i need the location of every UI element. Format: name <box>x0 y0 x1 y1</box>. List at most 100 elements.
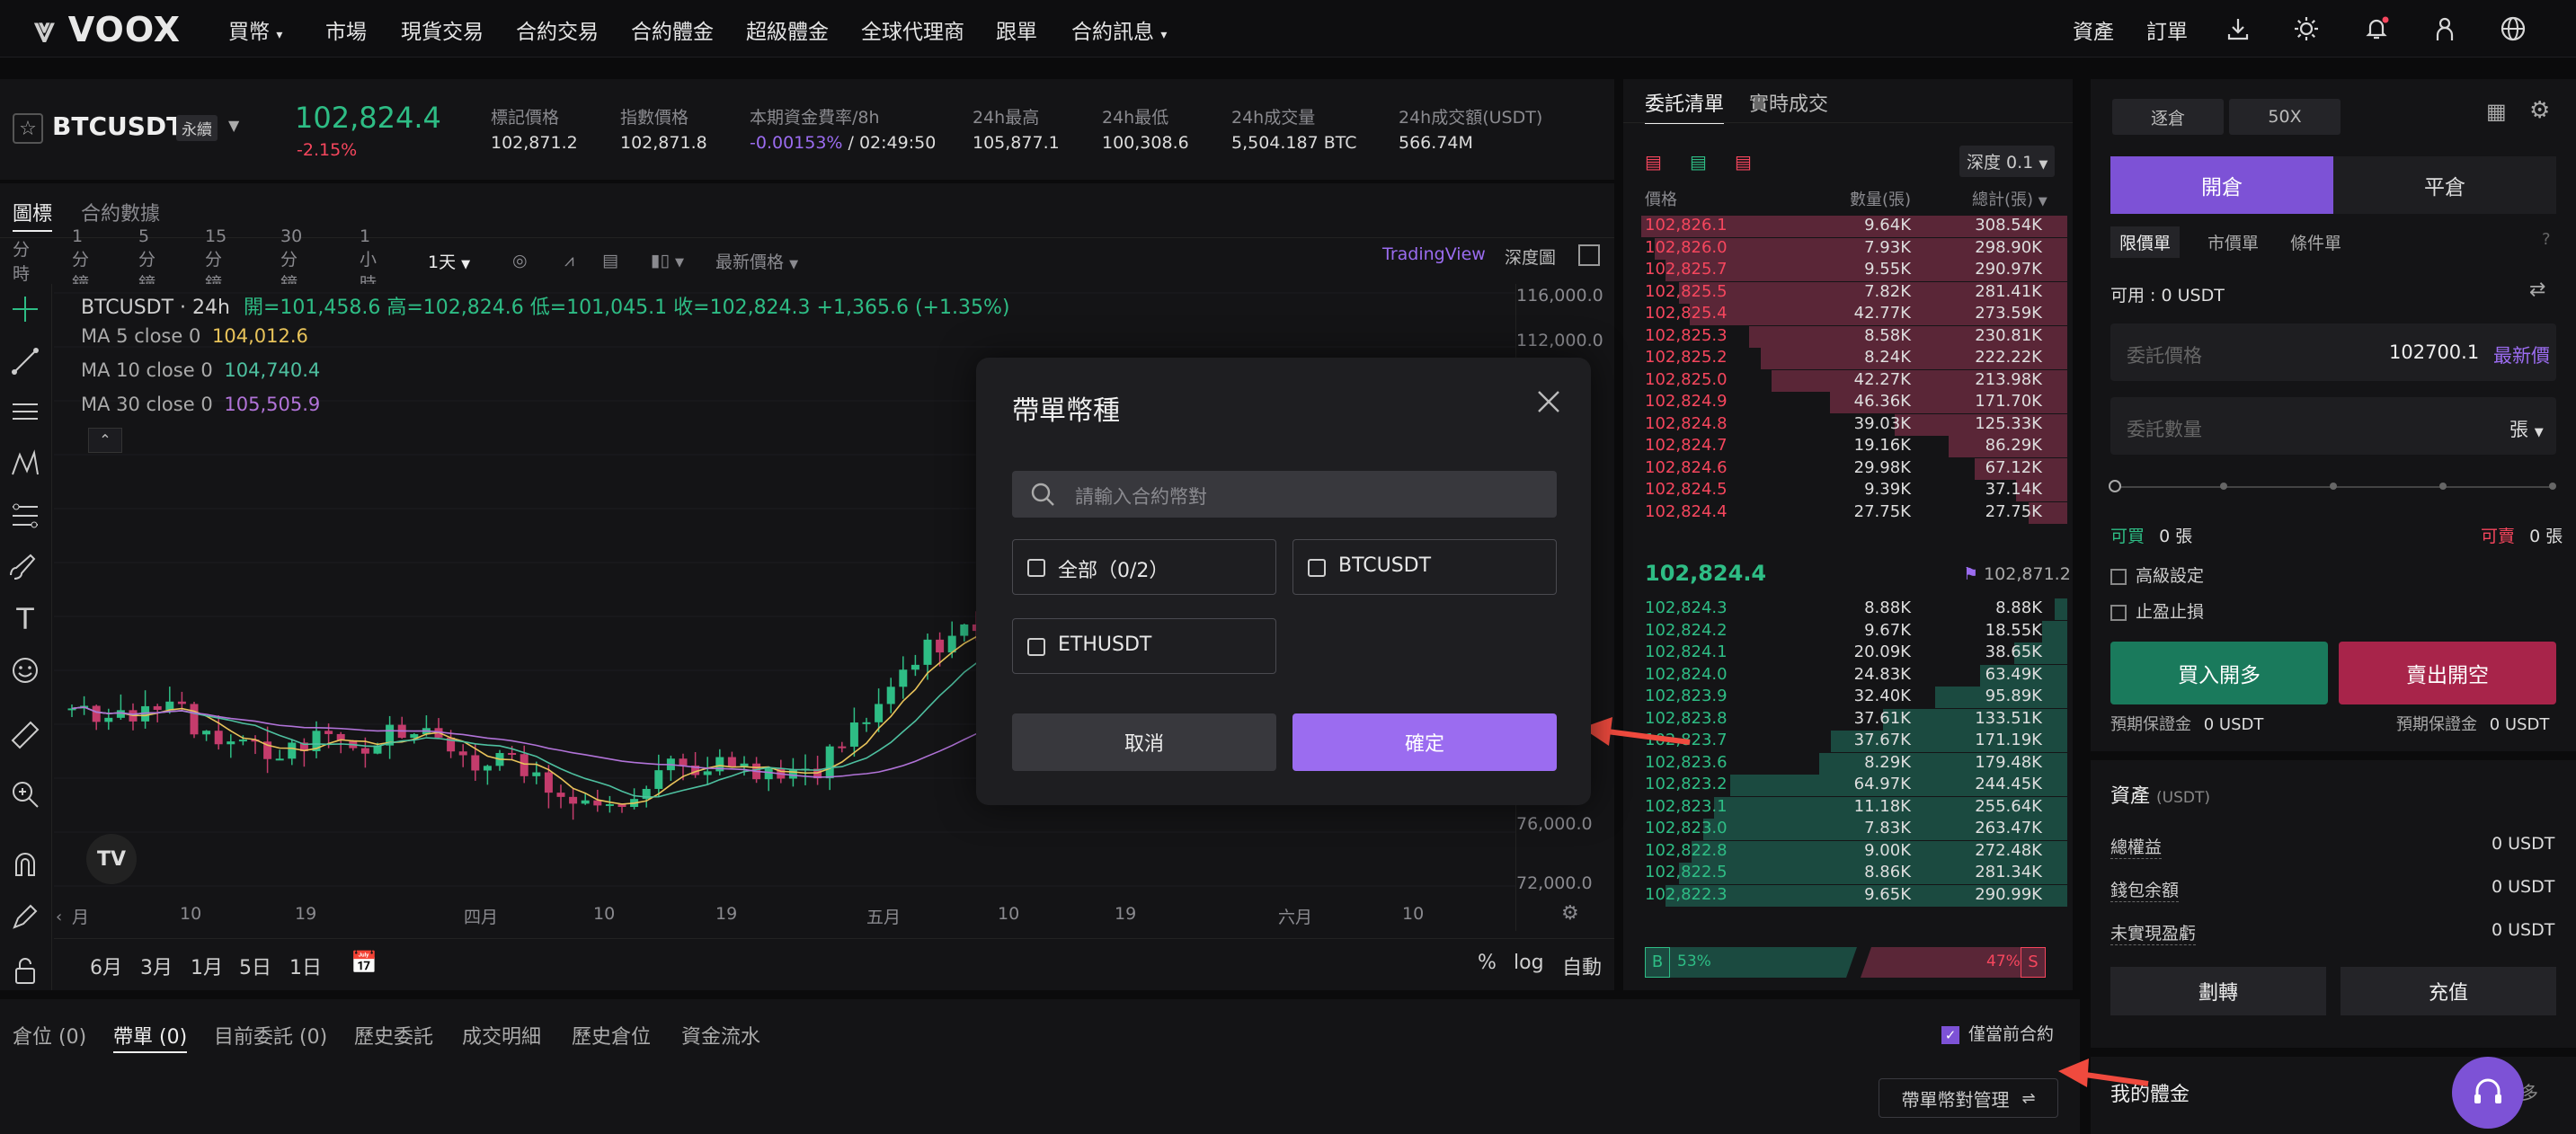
option-all-checkbox[interactable]: 全部（0/2） <box>1012 539 1276 595</box>
symbol-dropdown-icon[interactable]: ▼ <box>228 117 239 134</box>
coin-search-input[interactable]: 請輸入合約幣對 <box>1012 471 1557 518</box>
brush-icon[interactable] <box>9 552 41 584</box>
nav-futures[interactable]: 合約交易 <box>516 14 599 45</box>
text-tool-icon[interactable]: T <box>9 602 41 636</box>
close-icon[interactable] <box>1535 388 1562 415</box>
logo[interactable]: ⩔ VOOX <box>34 9 181 50</box>
settings-doc-icon[interactable]: ▤ <box>602 251 618 270</box>
bid-row[interactable]: 102,824.1 20.09K 38.65K <box>1623 642 2073 664</box>
deposit-button[interactable]: 充值 <box>2341 967 2556 1015</box>
order-type-limit[interactable]: 限價單 <box>2110 226 2181 258</box>
buy-long-button[interactable]: 買入開多 <box>2110 642 2328 704</box>
close-position-tab[interactable]: 平倉 <box>2333 156 2556 214</box>
fib-icon[interactable] <box>9 500 41 532</box>
emoji-icon[interactable] <box>9 654 41 687</box>
scale-auto[interactable]: 自動 <box>1562 952 1602 980</box>
latest-price-link[interactable]: 最新價 <box>2493 341 2550 368</box>
quantity-slider[interactable] <box>2109 480 2556 492</box>
calendar-icon[interactable]: 📅 <box>351 950 378 975</box>
manage-copy-pairs-button[interactable]: 帶單幣對管理 ⇌ <box>1879 1078 2058 1118</box>
unlock-icon[interactable] <box>9 954 41 987</box>
ask-row[interactable]: 102,824.5 9.39K 37.14K <box>1623 480 2073 501</box>
axis-settings-icon[interactable]: ⚙ <box>1561 902 1579 925</box>
download-icon[interactable] <box>2222 13 2254 45</box>
calculator-icon[interactable]: ▦ <box>2486 99 2507 124</box>
scale-percent[interactable]: % <box>1478 952 1497 974</box>
horizontal-lines-icon[interactable] <box>9 395 41 428</box>
bid-row[interactable]: 102,824.2 9.67K 18.55K <box>1623 620 2073 642</box>
tab-copy-orders[interactable]: 帶單 (0) <box>113 1021 188 1053</box>
notification-bell-icon[interactable] <box>2360 13 2393 45</box>
confirm-button[interactable]: 確定 <box>1292 713 1557 771</box>
depth-select[interactable]: 深度 0.1 ▼ <box>1959 146 2056 177</box>
depth-chart-toggle[interactable]: 深度圖 <box>1505 244 1556 269</box>
transfer-button[interactable]: 劃轉 <box>2110 967 2326 1015</box>
trend-line-icon[interactable] <box>9 345 41 377</box>
view-both-icon[interactable]: ▤ <box>1645 151 1662 173</box>
user-icon[interactable] <box>2429 13 2461 45</box>
favorite-star-icon[interactable]: ☆ <box>13 113 43 144</box>
tpsl-checkbox[interactable]: 止盈止損 <box>2110 598 2204 623</box>
ask-row[interactable]: 102,824.4 27.75K 27.75K <box>1623 501 2073 524</box>
nav-copy-trade[interactable]: 跟單 <box>996 14 1037 45</box>
ask-row[interactable]: 102,826.1 9.64K 308.54K <box>1623 216 2073 237</box>
pattern-icon[interactable] <box>9 447 41 480</box>
magnet-icon[interactable] <box>9 848 41 881</box>
nav-super-bonus[interactable]: 超級體金 <box>746 14 829 45</box>
help-icon[interactable]: ? <box>2542 230 2551 249</box>
cancel-button[interactable]: 取消 <box>1012 713 1276 771</box>
range-5d[interactable]: 5日 <box>239 952 271 980</box>
indicator-icon[interactable]: ◎ <box>512 251 528 270</box>
qty-unit-select[interactable]: 張 ▼ <box>2509 415 2544 442</box>
ask-row[interactable]: 102,825.5 7.82K 281.41K <box>1623 281 2073 304</box>
time-axis[interactable]: 月 10 19 四月 10 19 五月 10 19 六月 10 <box>54 904 1510 931</box>
bid-row[interactable]: 102,822.3 9.65K 290.99K <box>1623 884 2073 907</box>
ask-row[interactable]: 102,825.2 8.24K 222.22K <box>1623 348 2073 369</box>
view-asks-icon[interactable]: ▤ <box>1735 151 1752 173</box>
quantity-input[interactable]: 委託數量 張 ▼ <box>2110 397 2556 455</box>
tab-trade-history[interactable]: 成交明細 <box>462 1021 541 1050</box>
ask-row[interactable]: 102,825.4 42.77K 273.59K <box>1623 304 2073 325</box>
bid-row[interactable]: 102,824.0 24.83K 63.49K <box>1623 664 2073 687</box>
nav-futures-info[interactable]: 合約訊息 ▾ <box>1071 14 1167 45</box>
nav-futures-bonus[interactable]: 合約體金 <box>631 14 714 45</box>
tradingview-link[interactable]: TradingView <box>1382 244 1486 264</box>
range-3m[interactable]: 3月 <box>140 952 173 980</box>
nav-assets[interactable]: 資產 <box>2073 14 2114 45</box>
leverage-button[interactable]: 50X <box>2229 99 2341 135</box>
nav-buy-crypto[interactable]: 買幣 ▾ <box>228 14 282 45</box>
scale-log[interactable]: log <box>1514 952 1544 974</box>
bid-row[interactable]: 102,824.3 8.88K 8.88K <box>1623 598 2073 620</box>
fullscreen-icon[interactable] <box>1578 244 1600 266</box>
option-btcusdt-checkbox[interactable]: BTCUSDT <box>1292 539 1557 595</box>
transfer-swap-icon[interactable]: ⇄ <box>2529 279 2545 301</box>
tab-position-history[interactable]: 歷史倉位 <box>572 1021 651 1050</box>
settings-gear-icon[interactable]: ⚙ <box>2529 97 2550 124</box>
tab-recent-trades[interactable]: 實時成交 <box>1749 88 1828 117</box>
tab-chart[interactable]: 圖標 <box>13 198 53 232</box>
advanced-settings-checkbox[interactable]: 高級設定 <box>2110 563 2204 587</box>
sell-short-button[interactable]: 賣出開空 <box>2339 642 2556 704</box>
bid-row[interactable]: 102,823.2 64.97K 244.45K <box>1623 775 2073 796</box>
ask-row[interactable]: 102,825.0 42.27K 213.98K <box>1623 369 2073 392</box>
view-bids-icon[interactable]: ▤ <box>1690 151 1707 173</box>
zoom-icon[interactable] <box>9 778 41 811</box>
candle-style-icon[interactable]: ▮▯ ▼ <box>651 251 684 270</box>
order-type-conditional[interactable]: 條件單 <box>2290 230 2341 254</box>
order-type-market[interactable]: 市價單 <box>2207 230 2259 254</box>
tab-open-orders[interactable]: 目前委託 (0) <box>214 1021 327 1050</box>
tab-contract-data[interactable]: 合約數據 <box>81 198 160 226</box>
margin-mode-button[interactable]: 逐倉 <box>2112 99 2224 135</box>
collapse-legend-icon[interactable]: ⌃ <box>88 428 122 453</box>
ask-row[interactable]: 102,824.7 19.16K 86.29K <box>1623 436 2073 457</box>
bid-row[interactable]: 102,823.1 11.18K 255.64K <box>1623 796 2073 819</box>
ask-row[interactable]: 102,825.7 9.55K 290.97K <box>1623 260 2073 281</box>
symbol-name[interactable]: BTCUSDT <box>52 111 183 141</box>
globe-icon[interactable] <box>2497 13 2529 45</box>
ask-row[interactable]: 102,824.9 46.36K 171.70K <box>1623 392 2073 413</box>
ask-row[interactable]: 102,824.8 39.03K 125.33K <box>1623 413 2073 436</box>
price-type-select[interactable]: 最新價格 ▼ <box>715 249 798 273</box>
tab-orderbook[interactable]: 委託清單 <box>1645 88 1725 124</box>
range-6m[interactable]: 6月 <box>90 952 122 980</box>
crosshair-icon[interactable] <box>9 293 41 325</box>
